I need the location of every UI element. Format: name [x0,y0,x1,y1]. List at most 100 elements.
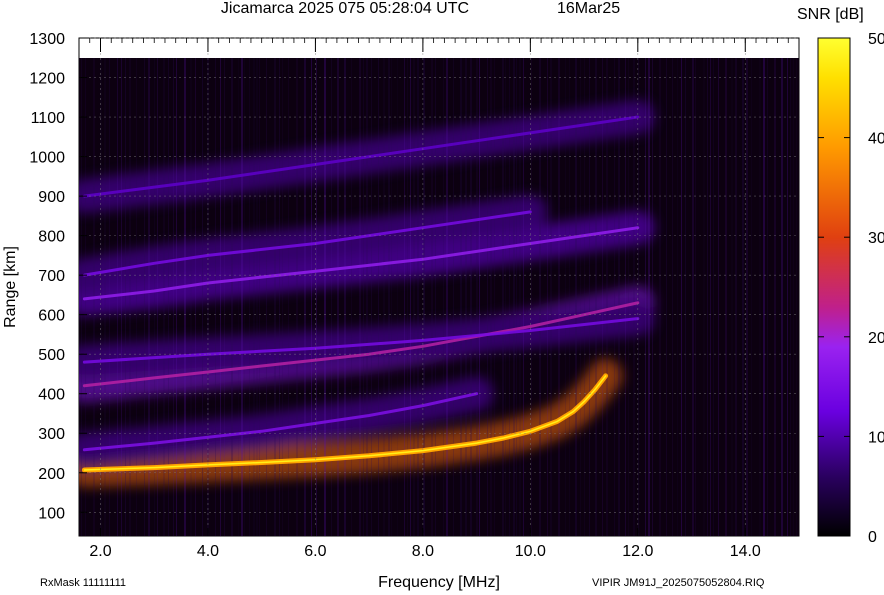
interference-stripe [85,58,86,536]
interference-stripe [125,58,126,536]
interference-stripe [718,58,719,536]
interference-stripe [363,58,364,536]
interference-stripe [796,58,797,536]
interference-stripe [476,58,478,536]
interference-stripe [129,58,131,536]
interference-stripe [731,58,733,536]
interference-stripe [311,58,312,536]
interference-stripe [618,58,620,536]
interference-stripe [359,58,361,536]
interference-stripe [516,58,517,536]
y-tick-label: 100 [38,505,65,522]
interference-stripe [460,58,462,536]
interference-stripe [751,58,752,536]
interference-stripe [602,58,603,536]
interference-stripe [625,58,626,536]
interference-stripe [413,58,415,536]
interference-stripe [417,58,419,536]
interference-stripe [685,58,686,536]
colorbar [817,37,851,537]
colorbar-tick-label: 50 [868,31,884,48]
interference-stripe [470,58,472,536]
interference-stripe [633,58,635,536]
interference-stripe [397,58,398,536]
interference-stripe [391,58,392,536]
interference-stripe [351,58,352,536]
interference-stripe [725,58,727,536]
interference-stripe [423,58,425,536]
interference-stripe [279,58,280,536]
interference-stripe [479,58,480,536]
interference-stripe [531,58,532,536]
ionogram-chart: 2.0 4.0 6.0 8.0 10.0 12.0 14.0 100200300400500… [29,31,884,560]
interference-stripe [157,58,158,536]
interference-stripe [316,58,317,536]
interference-stripe [710,58,711,536]
interference-stripe [580,58,581,536]
interference-stripe [378,58,379,536]
interference-stripe [584,58,585,536]
interference-stripe [790,58,791,536]
interference-stripe [81,58,82,536]
interference-stripe [569,58,570,536]
interference-stripe [304,58,306,536]
interference-stripe [487,58,488,536]
interference-stripe [638,58,639,536]
interference-stripe [404,58,405,536]
interference-stripe [121,58,122,536]
x-tick-label: 4.0 [197,543,219,560]
y-tick-label: 600 [38,308,65,325]
interference-stripe [695,58,696,536]
interference-stripe [446,58,448,536]
interference-stripe [672,58,673,536]
interference-stripe [388,58,390,536]
interference-stripe [502,58,504,536]
x-tick-label: 12.0 [622,543,653,560]
interference-stripe [282,58,283,536]
y-tick-label: 1100 [31,110,66,127]
colorbar-tick-label: 0 [868,529,877,546]
interference-stripe [713,58,714,536]
interference-stripe [648,58,650,536]
interference-stripe [614,58,615,536]
interference-stripe [774,58,776,536]
y-tick-label: 900 [38,189,65,206]
interference-stripe [407,58,408,536]
interference-stripe [763,58,765,536]
interference-stripe [410,58,411,536]
x-tick-label: 6.0 [304,543,326,560]
interference-stripe [759,58,761,536]
interference-stripe [589,58,590,536]
colorbar-tick-label: 20 [868,330,884,347]
y-tick-label: 1000 [29,150,65,167]
interference-stripe [163,58,165,536]
interference-stripe [331,58,332,536]
interference-stripe [136,58,137,536]
interference-stripe [154,58,155,536]
interference-stripe [703,58,705,536]
y-tick-label: 300 [38,426,65,443]
interference-stripe [606,58,608,536]
interference-stripe [117,58,118,536]
interference-stripe [781,58,783,536]
interference-stripe [787,58,788,536]
interference-stripe [453,58,454,536]
x-tick-label: 8.0 [412,543,434,560]
interference-stripe [288,58,289,536]
y-tick-label: 1200 [29,71,65,88]
colorbar-tick-label: 30 [868,230,884,247]
interference-stripe [681,58,682,536]
x-tick-label: 10.0 [515,543,546,560]
interference-stripe [168,58,169,536]
interference-stripe [148,58,150,536]
interference-stripe [509,58,510,536]
interference-stripe [666,58,667,536]
interference-stripe [539,58,541,536]
interference-stripe [677,58,678,536]
y-tick-label: 1300 [29,31,65,48]
y-tick-label: 800 [38,229,65,246]
interference-stripe [595,58,597,536]
interference-stripe [383,58,385,536]
interference-stripe [575,58,577,536]
interference-stripe [296,58,298,536]
